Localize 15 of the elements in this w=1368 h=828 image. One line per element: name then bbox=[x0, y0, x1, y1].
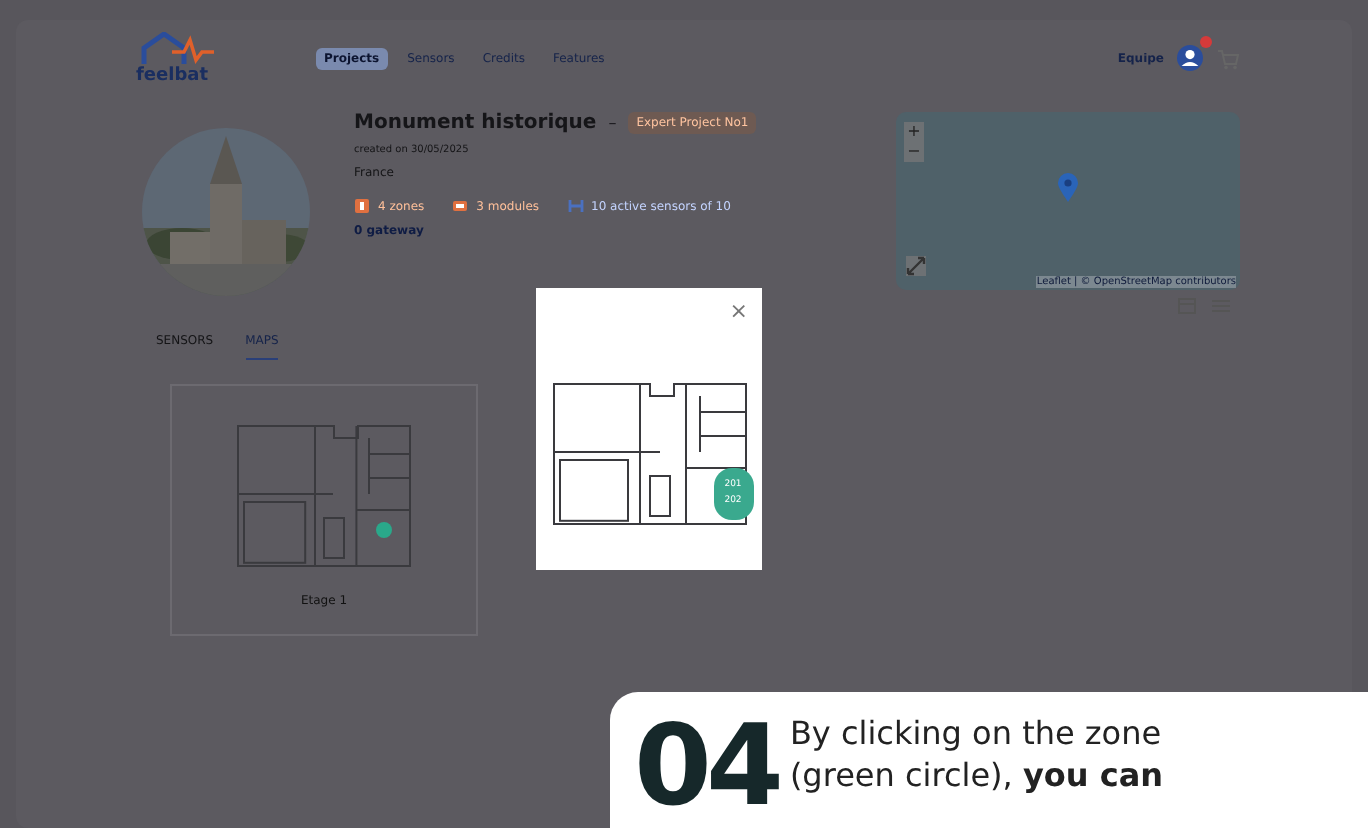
zoom-in-button[interactable]: + bbox=[904, 122, 924, 142]
caption-text: By clicking on the zone (green circle), you can bbox=[789, 712, 1166, 796]
logo-text[interactable]: feelbat bbox=[136, 67, 209, 85]
expand-icon[interactable] bbox=[906, 256, 926, 276]
sensor-icon bbox=[567, 198, 584, 214]
close-button[interactable]: × bbox=[729, 300, 748, 322]
step-number: 04 bbox=[634, 712, 778, 824]
logo-icon bbox=[136, 31, 216, 67]
user-icon[interactable] bbox=[1176, 44, 1204, 72]
separator-dash: – bbox=[608, 114, 617, 132]
zone-icon bbox=[354, 198, 370, 214]
notification-dot bbox=[1200, 36, 1212, 48]
module-icon bbox=[452, 198, 469, 214]
project-title: Monument historique bbox=[354, 112, 597, 134]
map-pin-icon bbox=[1056, 172, 1080, 204]
